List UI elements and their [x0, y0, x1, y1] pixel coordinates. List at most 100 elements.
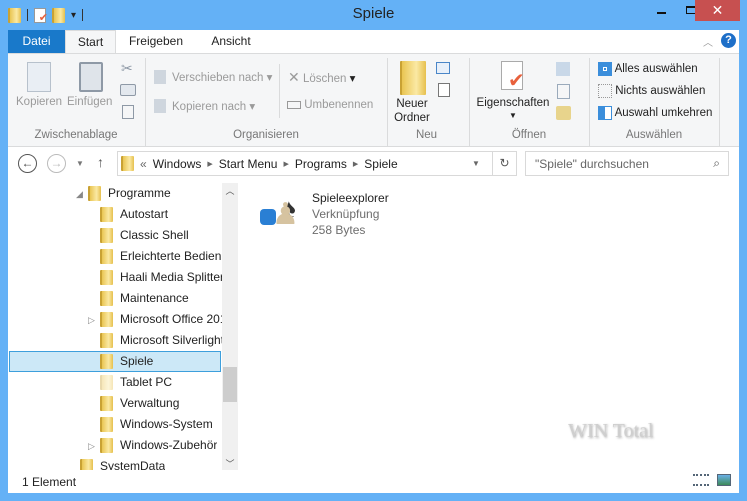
folder-icon	[100, 333, 113, 349]
tree-item[interactable]: ▷ Windows-Zubehör	[88, 435, 217, 456]
tree-item-label: Haali Media Splitter	[120, 270, 222, 284]
tree-item-label: Autostart	[120, 207, 169, 221]
group-clipboard-label: Zwischenablage	[34, 129, 118, 141]
tree-item[interactable]: Windows-System	[100, 414, 213, 435]
minimize-button[interactable]	[646, 0, 676, 22]
copy-button[interactable]: Kopieren	[16, 96, 62, 108]
folder-icon	[100, 417, 113, 433]
tree-item[interactable]: Erleichterte Bedienung	[100, 246, 222, 267]
tree-item-programme[interactable]: ◢ Programme	[76, 183, 171, 204]
tree-item[interactable]: Haali Media Splitter	[100, 267, 222, 288]
new-folder-label-2: Ordner	[394, 112, 430, 124]
move-to-icon	[154, 70, 166, 84]
select-all-button[interactable]: Alles auswählen	[598, 62, 698, 76]
refresh-icon[interactable]: ↻	[492, 152, 516, 175]
invert-selection-button[interactable]: Auswahl umkehren	[598, 106, 712, 120]
tab-start[interactable]: Start	[65, 30, 116, 54]
expand-arrow-icon[interactable]: ▷	[88, 310, 100, 330]
breadcrumb-windows[interactable]: Windows	[153, 157, 202, 171]
search-icon[interactable]: ⌕	[713, 156, 720, 171]
large-icons-view-button[interactable]	[717, 474, 731, 486]
scroll-up-button[interactable]: ︿	[222, 183, 238, 200]
file-type: Verknüpfung	[312, 207, 380, 221]
move-to-label: Verschieben nach	[172, 72, 264, 84]
tree-item-label: Windows-System	[120, 417, 213, 431]
tree-item-label: Classic Shell	[120, 228, 189, 242]
copy-icon	[27, 62, 51, 92]
collapse-ribbon-icon[interactable]: ︿	[703, 34, 713, 49]
breadcrumb-programs[interactable]: Programs	[295, 157, 347, 171]
up-button[interactable]: ↑	[97, 154, 104, 170]
edit-icon[interactable]	[557, 84, 570, 99]
copy-to-label: Kopieren nach	[172, 101, 247, 113]
tree-item-label: Microsoft Silverlight	[120, 333, 222, 347]
copy-to-icon	[154, 99, 166, 113]
tree-item[interactable]: Tablet PC	[100, 372, 172, 393]
tree-item[interactable]: Microsoft Silverlight	[100, 330, 222, 351]
group-select-label: Auswählen	[625, 129, 683, 141]
recent-locations-dropdown[interactable]: ▼	[76, 159, 84, 168]
new-folder-button[interactable]: Neuer Ordner	[394, 97, 430, 125]
invert-selection-label: Auswahl umkehren	[614, 107, 713, 120]
tree-item-label: Windows-Zubehör	[120, 438, 218, 452]
tab-ansicht[interactable]: Ansicht	[200, 30, 262, 53]
folder-icon	[100, 438, 113, 454]
breadcrumb-spiele[interactable]: Spiele	[364, 157, 397, 171]
file-name: Spieleexplorer	[312, 191, 389, 205]
breadcrumb-overflow[interactable]: «	[140, 157, 147, 171]
delete-button[interactable]: ✕ Löschen ▾	[288, 69, 355, 86]
tree-item[interactable]: Maintenance	[100, 288, 189, 309]
collapse-arrow-icon[interactable]: ◢	[76, 184, 88, 204]
tree-item[interactable]: ▷ Microsoft Office 2013	[88, 309, 222, 330]
file-item[interactable]: ♠ ♟ Spieleexplorer Verknüpfung 258 Bytes	[258, 191, 418, 241]
help-icon[interactable]: ?	[721, 33, 736, 48]
forward-button[interactable]: →	[47, 154, 66, 173]
rename-button[interactable]: Umbenennen	[287, 99, 373, 111]
tree-item-selected[interactable]: Spiele	[9, 351, 221, 372]
group-open-label: Öffnen	[511, 129, 547, 141]
tree-item-label: Verwaltung	[120, 396, 180, 410]
status-item-count: 1 Element	[22, 475, 77, 489]
open-icon[interactable]	[556, 62, 570, 76]
move-to-button[interactable]: Verschieben nach ▾	[172, 70, 272, 84]
tree-item-label: Maintenance	[120, 291, 189, 305]
breadcrumb-start-menu[interactable]: Start Menu	[219, 157, 278, 171]
new-item-icon[interactable]	[436, 62, 450, 74]
paste-button[interactable]: Einfügen	[67, 96, 112, 108]
tree-item[interactable]: Verwaltung	[100, 393, 179, 414]
search-box[interactable]: "Spiele" durchsuchen ⌕	[525, 151, 729, 176]
tab-datei[interactable]: Datei	[8, 30, 65, 53]
tree-item[interactable]: Classic Shell	[100, 225, 189, 246]
tree-item-label: Microsoft Office 2013	[120, 312, 222, 326]
navigation-tree: ◢ Programme Autostart Classic Shell Erlei…	[8, 183, 222, 470]
back-button[interactable]: ←	[18, 154, 37, 173]
select-none-button[interactable]: Nichts auswählen	[598, 84, 705, 98]
details-view-button[interactable]	[693, 474, 709, 486]
properties-label: Eigenschaften	[476, 97, 550, 109]
expand-arrow-icon[interactable]: ▷	[88, 436, 100, 456]
tab-freigeben[interactable]: Freigeben	[120, 30, 192, 53]
games-explorer-icon: ♠ ♟	[260, 193, 302, 237]
address-bar[interactable]: « Windows ▶ Start Menu ▶ Programs ▶ Spiele …	[117, 151, 517, 176]
tree-item[interactable]: SystemData	[80, 456, 165, 470]
folder-icon	[100, 270, 113, 286]
new-folder-label-1: Neuer	[396, 98, 428, 110]
properties-icon: ✔	[501, 61, 525, 92]
folder-icon	[100, 312, 113, 328]
rename-icon	[287, 100, 301, 109]
tree-scrollbar[interactable]: ︿ ﹀	[222, 183, 238, 470]
copy-to-button[interactable]: Kopieren nach ▾	[172, 99, 255, 113]
folder-icon	[100, 396, 113, 412]
close-button[interactable]: ✕	[695, 0, 740, 21]
properties-button[interactable]: Eigenschaften ▼	[476, 97, 550, 121]
group-organize-label: Organisieren	[233, 129, 299, 141]
tree-item[interactable]: Autostart	[100, 204, 168, 225]
cut-icon[interactable]: ✂	[121, 60, 133, 77]
history-icon[interactable]	[556, 106, 571, 120]
scrollbar-thumb[interactable]	[223, 367, 237, 402]
paste-shortcut-icon[interactable]	[122, 105, 134, 119]
copy-path-icon[interactable]	[120, 84, 136, 96]
address-dropdown-icon[interactable]: ▼	[466, 159, 486, 168]
easy-access-icon[interactable]	[438, 83, 450, 97]
scroll-down-button[interactable]: ﹀	[222, 457, 238, 470]
